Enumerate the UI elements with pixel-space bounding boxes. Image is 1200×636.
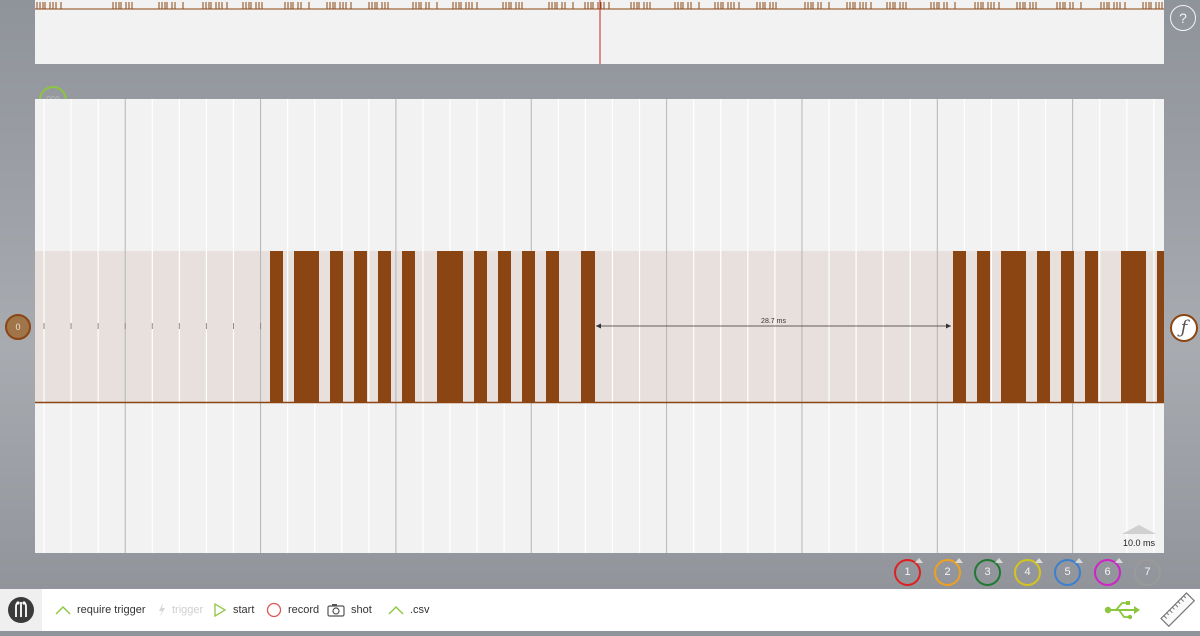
channel-button-5[interactable]: 5 <box>1054 558 1083 586</box>
signal-pulse <box>581 251 595 402</box>
start-label: start <box>233 604 255 616</box>
channel-marker-icon <box>1115 558 1123 563</box>
measurement-label: 28.7 ms <box>761 318 786 325</box>
lightning-icon <box>159 603 165 617</box>
plot-svg: 28.7 ms <box>35 99 1164 553</box>
signal-pulse <box>270 251 283 402</box>
channel-label: 5 <box>1064 566 1071 578</box>
channel-marker-icon <box>1035 558 1043 563</box>
signal-pulse <box>1037 251 1050 402</box>
record-icon <box>266 602 282 618</box>
csv-export-button[interactable]: .csv <box>388 589 430 631</box>
chevron-up-icon <box>55 606 71 615</box>
signal-pulse <box>1085 251 1098 402</box>
signal-pulse <box>330 251 343 402</box>
channel-button-3[interactable]: 3 <box>974 558 1003 586</box>
csv-label: .csv <box>410 604 430 616</box>
signal-pulse <box>1121 251 1146 402</box>
signal-pulse <box>1001 251 1026 402</box>
channel-button-6[interactable]: 6 <box>1094 558 1123 586</box>
signal-pulse <box>402 251 415 402</box>
channel-offset-handle[interactable]: 0 <box>5 314 31 340</box>
signal-pulse <box>546 251 559 402</box>
channel-label: 6 <box>1104 566 1111 578</box>
signal-pulse <box>474 251 487 402</box>
help-button[interactable]: ? <box>1170 5 1196 31</box>
chevron-up-icon <box>388 606 404 615</box>
signal-pulse <box>522 251 535 402</box>
timebase-increase-icon[interactable] <box>1122 525 1156 534</box>
ruler-button[interactable] <box>1158 591 1198 634</box>
channel-marker-icon <box>915 558 923 563</box>
signal-pulse <box>953 251 966 402</box>
probe-logo-icon <box>8 597 34 623</box>
ruler-icon <box>1160 592 1196 628</box>
channel-button-1[interactable]: 1 <box>894 558 923 586</box>
timebase-control[interactable]: 10.0 ms <box>1117 525 1161 551</box>
signal-pulse <box>1061 251 1074 402</box>
signal-pulse <box>1157 251 1164 402</box>
channel-label: 3 <box>984 566 991 578</box>
bottom-toolbar: require trigger trigger start record sho… <box>0 589 1200 631</box>
signal-pulse <box>378 251 391 402</box>
channel-label: 2 <box>944 566 951 578</box>
usb-icon <box>1104 601 1140 620</box>
overview-strip[interactable] <box>35 0 1164 64</box>
trigger-label: trigger <box>172 604 204 616</box>
record-label: record <box>288 604 320 616</box>
signal-pulse <box>498 251 511 402</box>
trigger-edge-button[interactable]: ƒ <box>1170 314 1198 342</box>
channel-label: 1 <box>904 566 911 578</box>
app-logo[interactable] <box>0 589 42 631</box>
signal-pulse <box>294 251 319 402</box>
record-button[interactable]: record <box>266 589 319 631</box>
main-plot[interactable]: 28.7 ms <box>35 99 1164 553</box>
channel-button-4[interactable]: 4 <box>1014 558 1043 586</box>
camera-icon <box>327 604 345 617</box>
channel-marker-icon <box>955 558 963 563</box>
channel-marker-icon <box>1075 558 1083 563</box>
overview-waveform <box>35 0 1164 64</box>
signal-pulse <box>977 251 990 402</box>
usb-status[interactable] <box>1104 600 1142 625</box>
require-trigger-label: require trigger <box>77 604 146 616</box>
channel-button-2[interactable]: 2 <box>934 558 963 586</box>
shot-label: shot <box>351 604 372 616</box>
require-trigger-toggle[interactable]: require trigger <box>55 589 145 631</box>
shot-button[interactable]: shot <box>327 589 372 631</box>
start-button[interactable]: start <box>213 589 254 631</box>
timebase-value: 10.0 ms <box>1122 538 1155 548</box>
channel-marker-icon <box>995 558 1003 563</box>
channel-label: 7 <box>1144 566 1151 578</box>
signal-pulse <box>354 251 367 402</box>
play-icon <box>214 603 227 617</box>
channel-label: 4 <box>1024 566 1031 578</box>
signal-pulse <box>437 251 463 402</box>
trigger-button[interactable]: trigger <box>158 589 203 631</box>
channel-button-7[interactable]: 7 <box>1134 559 1161 586</box>
